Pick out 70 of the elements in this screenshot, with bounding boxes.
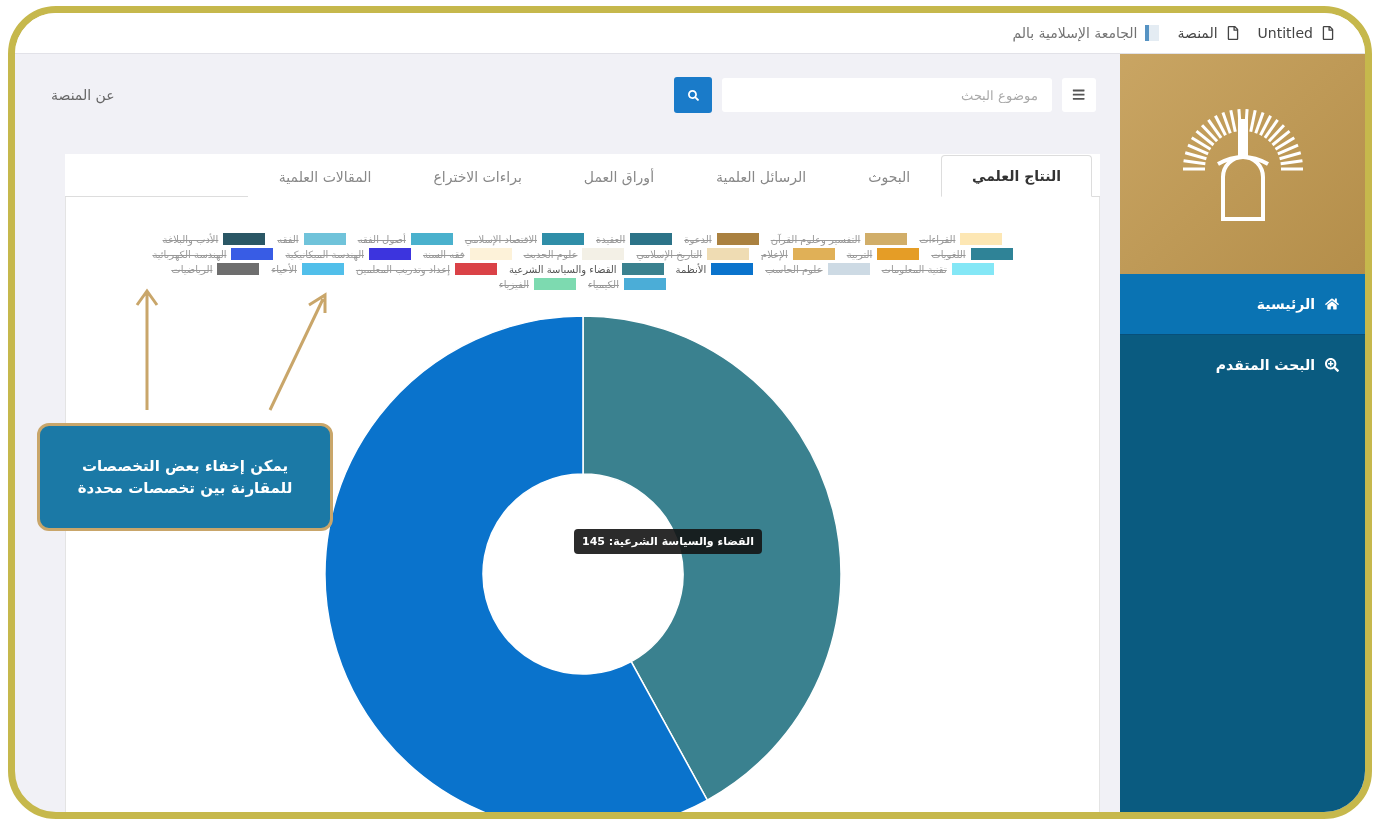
sidebar-item[interactable]: الرئيسية <box>1120 274 1365 335</box>
site-icon <box>1145 25 1160 41</box>
legend-label[interactable]: الهندسة الميكانيكية <box>285 248 364 260</box>
legend-label[interactable]: التفسير وعلوم القرآن <box>770 233 861 245</box>
legend-swatch[interactable] <box>582 248 625 260</box>
legend-swatch[interactable] <box>711 263 754 275</box>
legend-label[interactable]: القراءات <box>919 233 956 245</box>
search-field[interactable]: موضوع البحث <box>722 78 1052 112</box>
legend-label[interactable]: علوم الحاسب <box>765 263 823 275</box>
nav-link[interactable]: عن المنصة <box>51 87 115 103</box>
legend-swatch[interactable] <box>960 233 1003 245</box>
zoom-icon <box>1325 358 1339 372</box>
legend-label[interactable]: أصول الفقه <box>357 233 406 245</box>
legend-label[interactable]: الفقه <box>277 233 299 245</box>
donut-slice[interactable] <box>581 315 841 801</box>
legend-swatch[interactable] <box>951 263 994 275</box>
legend-label[interactable]: الفيزياء <box>499 278 529 290</box>
legend-swatch[interactable] <box>542 233 584 245</box>
legend-swatch[interactable] <box>623 278 666 290</box>
legend-label[interactable]: الكيمياء <box>588 278 619 290</box>
legend-swatch[interactable] <box>716 233 759 245</box>
menu-icon <box>1072 88 1086 102</box>
legend-label[interactable]: الهندسة الكهربائية <box>152 248 227 260</box>
legend-label[interactable]: التربية <box>846 248 873 260</box>
legend-label[interactable]: إعداد وتدريب المعلمين <box>355 263 450 275</box>
legend-swatch[interactable] <box>970 248 1013 260</box>
legend-label[interactable]: العقيدة <box>596 233 626 245</box>
file-icon <box>1225 26 1240 40</box>
legend-swatch[interactable] <box>469 248 512 260</box>
browser-tab[interactable]: الجامعة الإسلامية بالم <box>1012 25 1160 41</box>
legend-swatch[interactable] <box>621 263 664 275</box>
menu-button[interactable] <box>1062 78 1096 112</box>
file-icon <box>1321 26 1335 40</box>
legend-label[interactable]: الدعوة <box>684 233 712 245</box>
legend-label[interactable]: الأدب والبلاغة <box>162 233 219 245</box>
legend-swatch[interactable] <box>865 233 908 245</box>
browser-tab[interactable]: Untitled <box>1257 25 1335 41</box>
legend-label[interactable]: فقه السنة <box>423 248 465 260</box>
tab[interactable]: النتاج العلمي <box>941 155 1092 197</box>
legend-label[interactable]: الأنظمة <box>675 263 707 275</box>
callout-note: يمكن إخفاء بعض التخصصات للمقارنة بين تخصصات محددة <box>37 423 333 531</box>
chart-tooltip: القضاء والسياسة الشرعية: 145 <box>574 529 762 554</box>
legend-label[interactable]: الاقتصاد الإسلامي <box>464 233 537 245</box>
legend-label[interactable]: الإعلام <box>761 248 788 260</box>
legend-swatch[interactable] <box>877 248 920 260</box>
legend-swatch[interactable] <box>231 248 274 260</box>
sidebar-item[interactable]: البحث المتقدم <box>1120 335 1365 395</box>
legend-label[interactable]: علوم الحديث <box>523 248 578 260</box>
home-icon <box>1325 297 1339 311</box>
legend-label[interactable]: التاريخ الإسلامي <box>636 248 703 260</box>
legend-swatch[interactable] <box>217 263 260 275</box>
search-icon <box>687 89 699 101</box>
browser-tab[interactable]: المنصة <box>1177 25 1240 41</box>
search-button[interactable] <box>674 77 712 113</box>
legend-swatch[interactable] <box>369 248 411 260</box>
legend-swatch[interactable] <box>301 263 344 275</box>
legend-label[interactable]: الأحياء <box>271 263 297 275</box>
legend-swatch[interactable] <box>534 278 576 290</box>
legend-swatch[interactable] <box>454 263 497 275</box>
legend-label[interactable]: القضاء والسياسة الشرعية <box>508 263 617 275</box>
legend-swatch[interactable] <box>827 263 870 275</box>
legend-swatch[interactable] <box>303 233 346 245</box>
legend-label[interactable]: تقنية المعلومات <box>881 263 947 275</box>
legend-swatch[interactable] <box>792 248 835 260</box>
legend-label[interactable]: اللغويات <box>931 248 966 260</box>
legend-swatch[interactable] <box>223 233 266 245</box>
legend-swatch[interactable] <box>410 233 453 245</box>
legend-label[interactable]: الرياضيات <box>171 263 213 275</box>
legend-swatch[interactable] <box>630 233 673 245</box>
legend-swatch[interactable] <box>707 248 750 260</box>
